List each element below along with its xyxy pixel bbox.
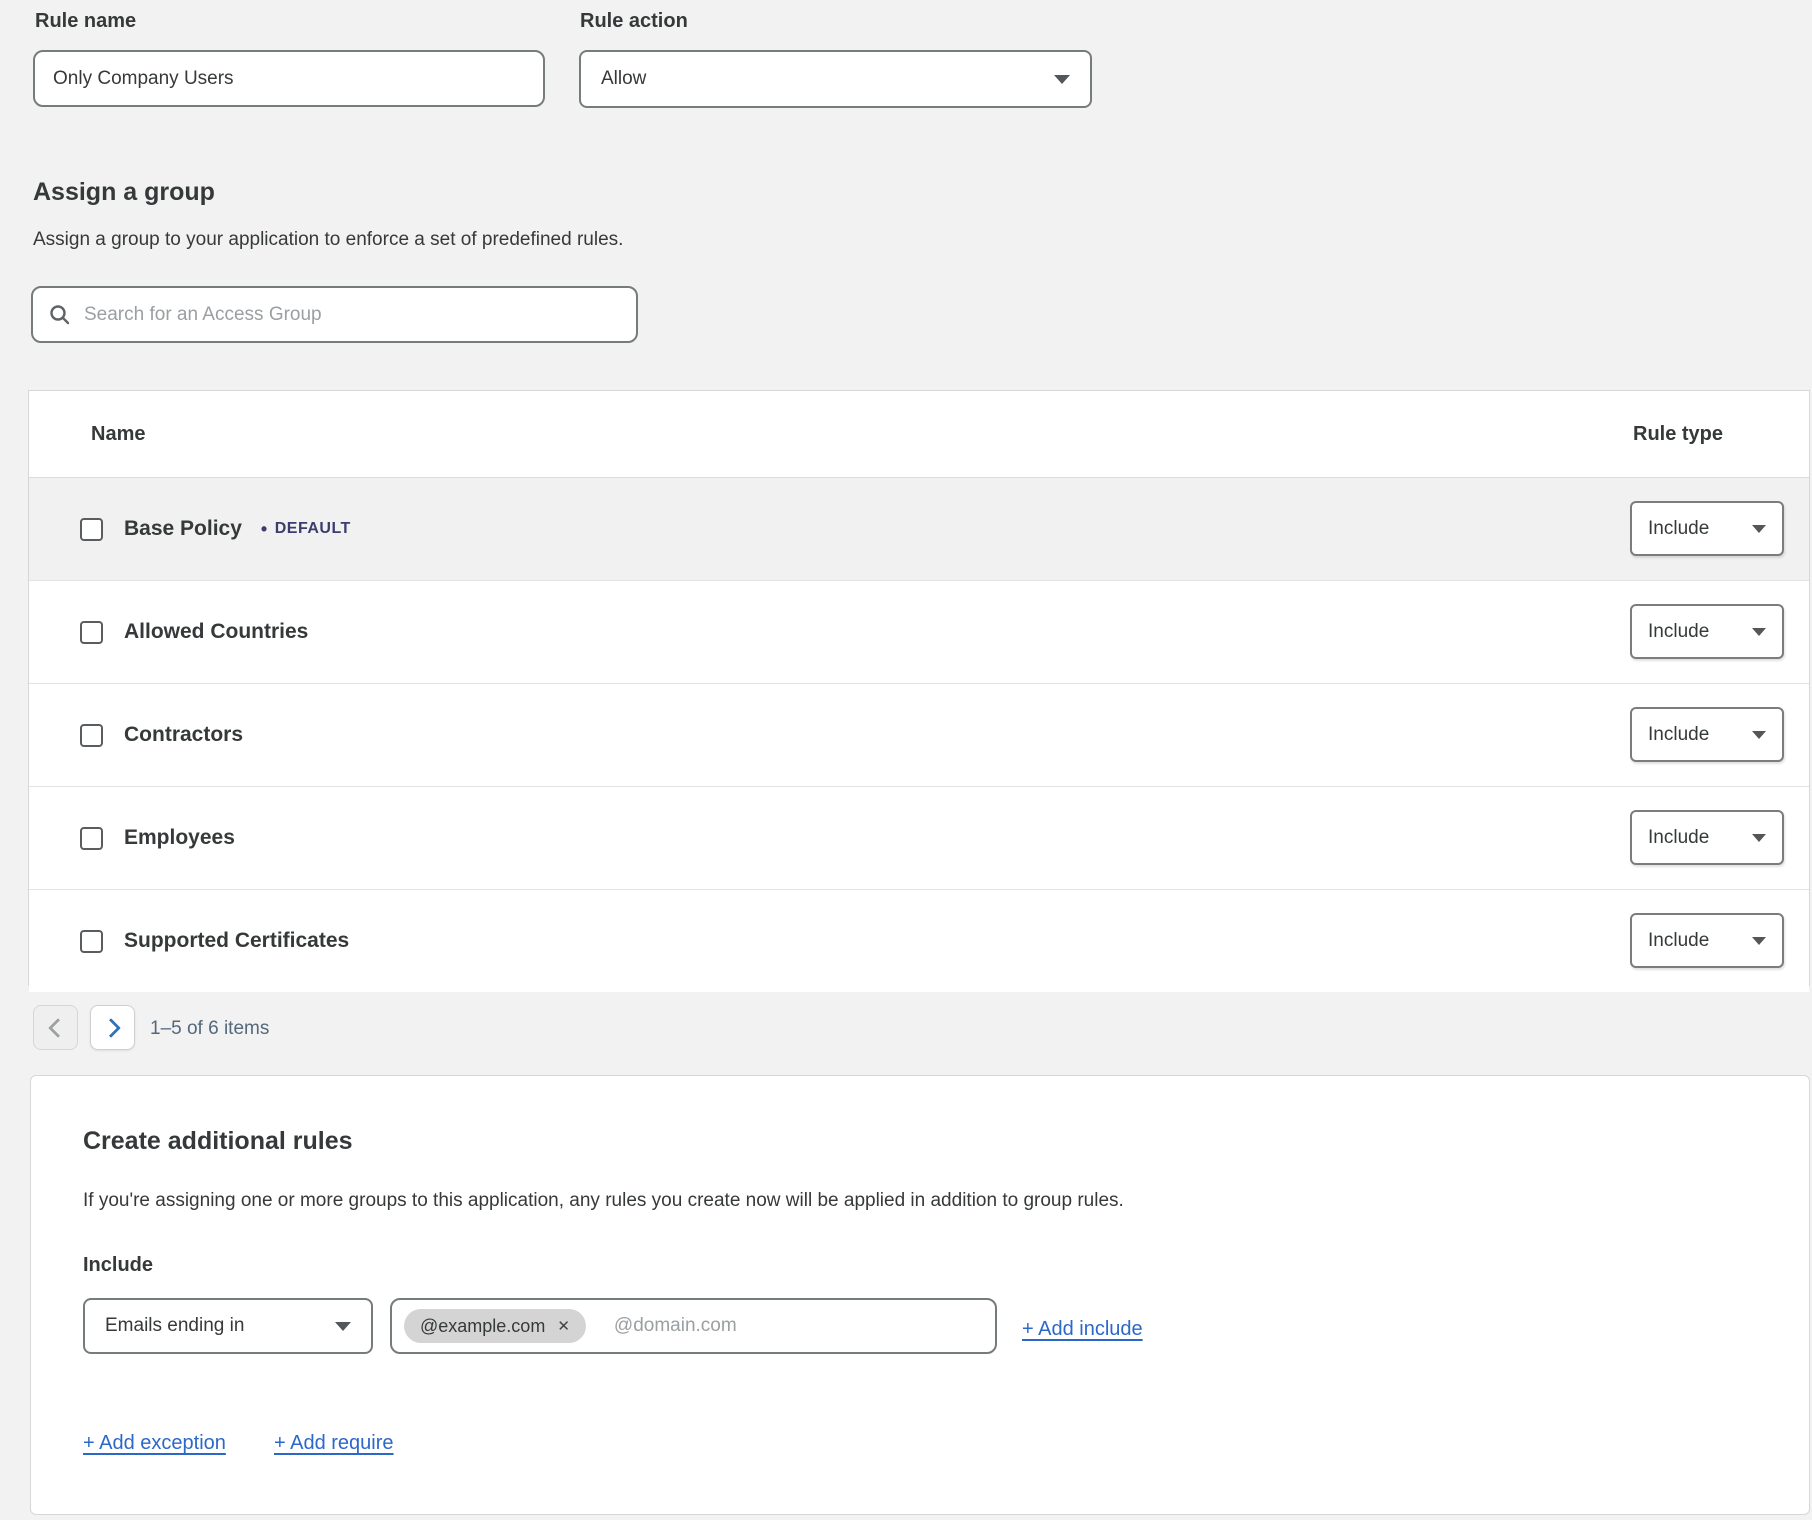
rule-name-label: Rule name <box>35 10 136 33</box>
rule-type-select[interactable]: Include <box>1630 604 1784 659</box>
rule-type-select[interactable]: Include <box>1630 707 1784 762</box>
table-row: Contractors Include <box>29 684 1809 787</box>
email-domain-chip: @example.com ✕ <box>404 1309 586 1343</box>
group-name: Contractors <box>124 723 243 747</box>
chevron-down-icon <box>1752 525 1766 533</box>
group-name: Allowed Countries <box>124 620 308 644</box>
chevron-down-icon <box>1752 834 1766 842</box>
row-checkbox[interactable] <box>80 724 103 747</box>
chevron-down-icon <box>335 1322 351 1331</box>
badge-bullet: • <box>261 520 268 538</box>
assign-group-heading: Assign a group <box>33 178 215 207</box>
additional-rules-description: If you're assigning one or more groups t… <box>83 1190 1124 1212</box>
access-group-search[interactable] <box>31 286 638 343</box>
search-input[interactable] <box>82 303 620 327</box>
table-row: Allowed Countries Include <box>29 581 1809 684</box>
include-rule-selector-value: Emails ending in <box>105 1315 244 1337</box>
group-name: Employees <box>124 826 235 850</box>
row-checkbox[interactable] <box>80 518 103 541</box>
access-groups-table: Name Rule type Base Policy • DEFAULT Incl… <box>28 390 1810 986</box>
access-policy-page: Rule name Rule action Allow Assign a gro… <box>0 0 1812 1520</box>
rule-action-value: Allow <box>601 68 646 90</box>
name-column-header: Name <box>91 423 145 446</box>
group-name: Supported Certificates <box>124 929 349 953</box>
chevron-left-icon <box>48 1018 68 1038</box>
rule-type-value: Include <box>1648 621 1709 643</box>
chevron-right-icon <box>101 1018 121 1038</box>
pagination-next-button[interactable] <box>90 1005 135 1050</box>
close-icon[interactable]: ✕ <box>557 1319 570 1334</box>
chevron-down-icon <box>1752 731 1766 739</box>
row-checkbox[interactable] <box>80 621 103 644</box>
add-include-link[interactable]: + Add include <box>1022 1318 1143 1341</box>
add-exception-link[interactable]: + Add exception <box>83 1432 226 1455</box>
pagination-prev-button[interactable] <box>33 1005 78 1050</box>
assign-group-description: Assign a group to your application to en… <box>33 229 623 251</box>
add-require-link[interactable]: + Add require <box>274 1432 394 1455</box>
chevron-down-icon <box>1752 628 1766 636</box>
rule-action-select[interactable]: Allow <box>579 50 1092 108</box>
rule-type-select[interactable]: Include <box>1630 501 1784 556</box>
table-row: Base Policy • DEFAULT Include <box>29 478 1809 581</box>
chevron-down-icon <box>1054 75 1070 84</box>
pagination-label: 1–5 of 6 items <box>150 1018 269 1040</box>
rule-type-value: Include <box>1648 724 1709 746</box>
include-section-label: Include <box>83 1254 153 1277</box>
rule-type-value: Include <box>1648 518 1709 540</box>
rule-type-value: Include <box>1648 930 1709 952</box>
search-icon <box>49 304 70 325</box>
rule-type-column-header: Rule type <box>1633 423 1723 446</box>
badge-label: DEFAULT <box>275 520 351 538</box>
additional-rules-heading: Create additional rules <box>83 1127 353 1156</box>
table-header: Name Rule type <box>29 391 1809 478</box>
rule-type-select[interactable]: Include <box>1630 913 1784 968</box>
rule-type-value: Include <box>1648 827 1709 849</box>
rule-type-select[interactable]: Include <box>1630 810 1784 865</box>
row-checkbox[interactable] <box>80 827 103 850</box>
email-domain-tag-input[interactable]: @example.com ✕ @domain.com <box>390 1298 997 1354</box>
chip-text: @example.com <box>420 1316 545 1337</box>
chevron-down-icon <box>1752 937 1766 945</box>
tag-input-placeholder: @domain.com <box>614 1315 737 1337</box>
row-checkbox[interactable] <box>80 930 103 953</box>
default-badge: • DEFAULT <box>261 520 351 538</box>
table-row: Supported Certificates Include <box>29 890 1809 992</box>
rule-name-input[interactable] <box>33 50 545 107</box>
rule-action-label: Rule action <box>580 10 688 33</box>
group-name: Base Policy <box>124 517 242 541</box>
include-rule-selector[interactable]: Emails ending in <box>83 1298 373 1354</box>
table-row: Employees Include <box>29 787 1809 890</box>
